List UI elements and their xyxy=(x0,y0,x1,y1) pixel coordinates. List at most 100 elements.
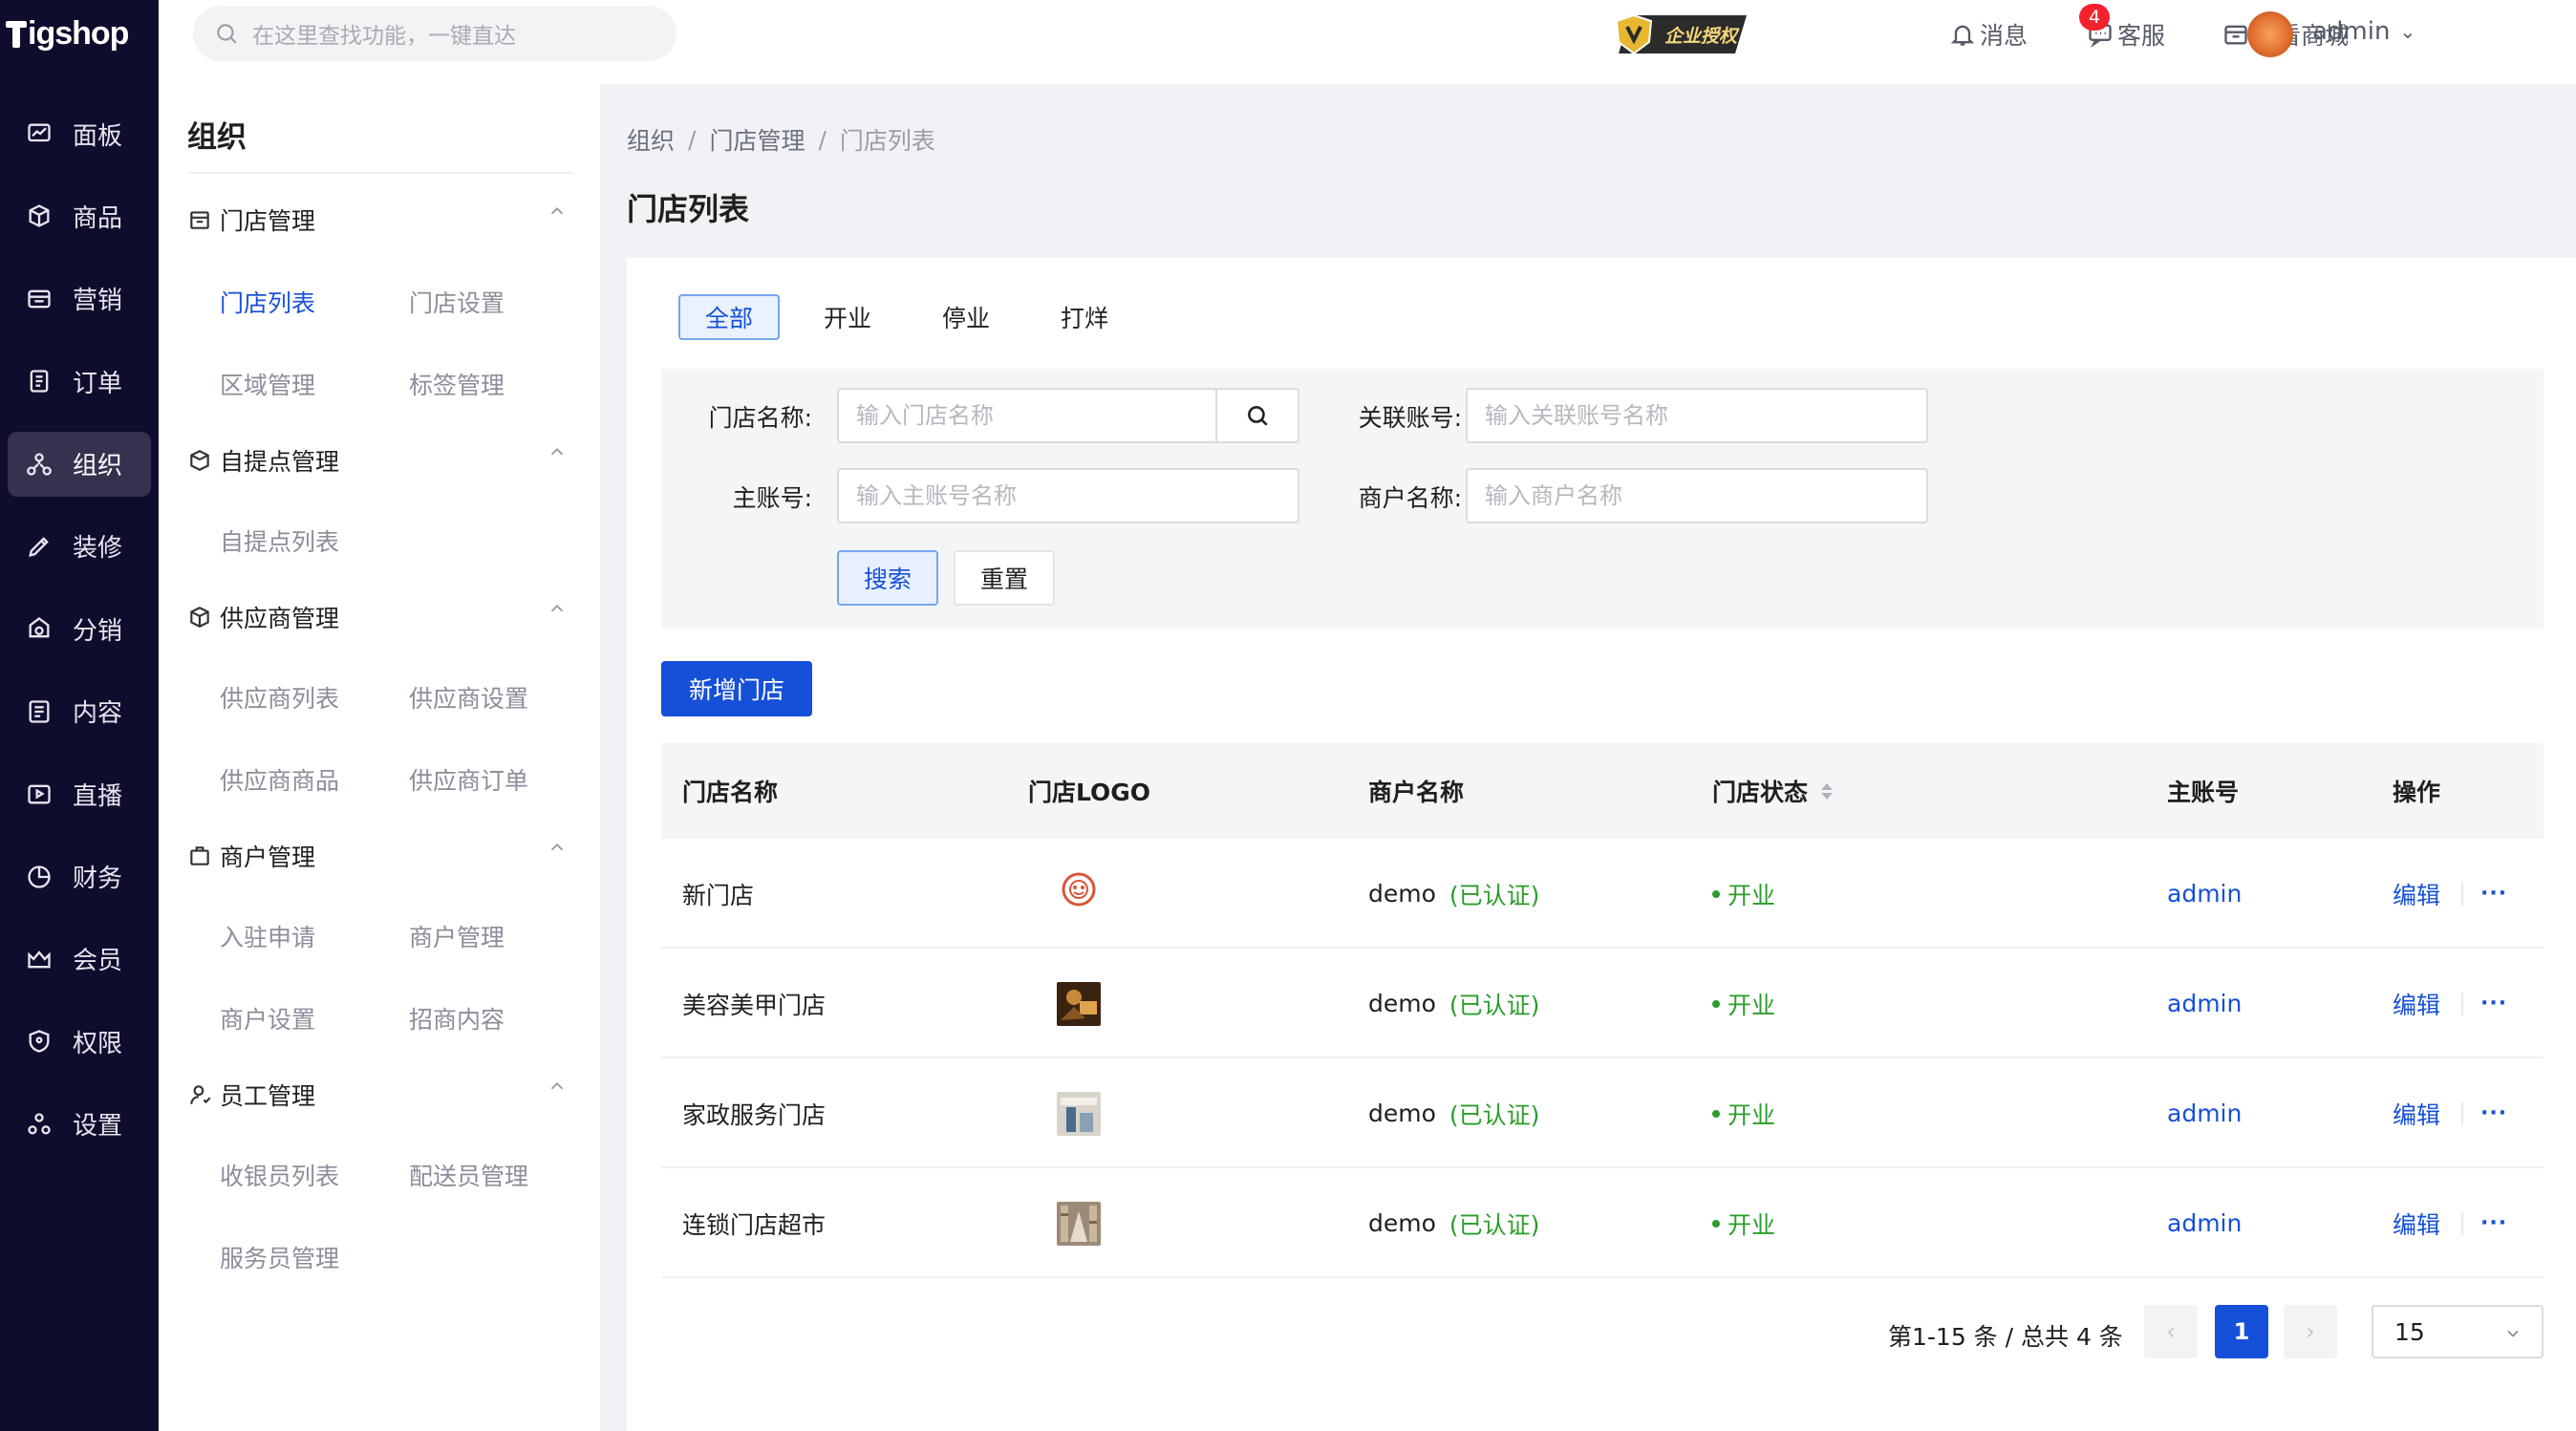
messages-link[interactable]: 消息 xyxy=(1949,17,2028,52)
reset-button[interactable]: 重置 xyxy=(954,550,1055,606)
user-menu[interactable]: admin ⌄ xyxy=(2312,17,2415,46)
nav-item-dashboard[interactable]: 面板 xyxy=(8,101,151,166)
submenu-item-store-settings[interactable]: 门店设置 xyxy=(409,285,504,319)
edit-link[interactable]: 编辑 xyxy=(2393,987,2440,1021)
nav-item-products[interactable]: 商品 xyxy=(8,183,151,248)
submenu-group-header[interactable]: 员工管理 xyxy=(187,1076,581,1114)
main-account-link[interactable]: admin xyxy=(2167,949,2242,1058)
col-store-status-label: 门店状态 xyxy=(1712,779,1809,806)
chat-icon: 4 xyxy=(2079,4,2117,48)
nav-item-live[interactable]: 直播 xyxy=(8,761,151,826)
brand-logo[interactable]: igshop xyxy=(6,10,129,57)
more-actions-icon[interactable]: ··· xyxy=(2461,1211,2507,1235)
breadcrumb-item[interactable]: 门店管理 xyxy=(709,122,805,157)
breadcrumb-separator: / xyxy=(688,125,697,154)
more-actions-icon[interactable]: ··· xyxy=(2461,992,2507,1015)
nav-item-member[interactable]: 会员 xyxy=(8,927,151,992)
main-account-input[interactable] xyxy=(856,482,1298,509)
nav-item-orders[interactable]: 订单 xyxy=(8,349,151,414)
nav-item-marketing[interactable]: 营销 xyxy=(8,267,151,331)
submenu-group-header[interactable]: 自提点管理 xyxy=(187,441,581,480)
submenu-group-header[interactable]: 供应商管理 xyxy=(187,598,581,636)
submenu-item-tags[interactable]: 标签管理 xyxy=(409,367,504,401)
submenu-item-waiters[interactable]: 服务员管理 xyxy=(220,1240,339,1274)
main-account-link[interactable]: admin xyxy=(2167,1168,2242,1278)
submenu-item-cashiers[interactable]: 收银员列表 xyxy=(220,1158,339,1192)
page-size-select[interactable]: 15 xyxy=(2372,1305,2544,1358)
tab-open[interactable]: 开业 xyxy=(797,294,898,340)
submenu-item-merchant-settings[interactable]: 商户设置 xyxy=(220,1001,315,1036)
add-store-button[interactable]: 新增门店 xyxy=(661,661,812,716)
breadcrumb-item[interactable]: 组织 xyxy=(627,122,675,157)
verified-tag: (已认证) xyxy=(1449,991,1540,1019)
search-icon xyxy=(1245,403,1270,428)
nav-item-permission[interactable]: 权限 xyxy=(8,1009,151,1074)
submenu-group-header[interactable]: 门店管理 xyxy=(187,201,581,239)
global-search[interactable]: 在这里查找功能，一键直达 xyxy=(193,6,676,61)
avatar[interactable] xyxy=(2247,11,2293,57)
table-row: 家政服务门店 demo (已认证) 开业 admin 编辑 ··· xyxy=(661,1058,2544,1168)
chevron-up-icon xyxy=(547,441,568,468)
main-account-link[interactable]: admin xyxy=(2167,839,2242,949)
search-button[interactable]: 搜索 xyxy=(837,550,938,606)
nav-item-content[interactable]: 内容 xyxy=(8,679,151,744)
more-actions-icon[interactable]: ··· xyxy=(2461,882,2507,906)
store-logo-image xyxy=(1062,872,1096,906)
nav-item-organization[interactable]: 组织 xyxy=(8,431,151,497)
row-actions: 编辑 ··· xyxy=(2393,839,2507,949)
merchant-name-input[interactable] xyxy=(1485,482,1926,509)
store-search-button[interactable] xyxy=(1215,390,1298,441)
nav-item-finance[interactable]: 财务 xyxy=(8,844,151,909)
user-icon xyxy=(187,1081,214,1108)
submenu-item-applications[interactable]: 入驻申请 xyxy=(220,919,315,953)
linked-account-input[interactable] xyxy=(1485,402,1926,429)
store-name-input[interactable] xyxy=(856,402,1212,429)
search-icon xyxy=(214,21,239,46)
main-account-link[interactable]: admin xyxy=(2167,1058,2242,1168)
enterprise-auth-badge[interactable]: 企业授权 xyxy=(1613,13,1749,55)
submenu-item-supplier-products[interactable]: 供应商商品 xyxy=(220,762,339,797)
nav-item-decorate[interactable]: 装修 xyxy=(8,514,151,579)
submenu-item-supplier-orders[interactable]: 供应商订单 xyxy=(409,762,528,797)
submenu-group-header[interactable]: 商户管理 xyxy=(187,837,581,875)
status-text: 开业 xyxy=(1728,881,1776,909)
tab-shut[interactable]: 打烊 xyxy=(1034,294,1135,340)
edit-link[interactable]: 编辑 xyxy=(2393,877,2440,911)
nav-label: 直播 xyxy=(73,781,123,811)
nav-item-settings[interactable]: 设置 xyxy=(8,1092,151,1157)
submenu-item-couriers[interactable]: 配送员管理 xyxy=(409,1158,528,1192)
submenu-item-merchant-manage[interactable]: 商户管理 xyxy=(409,919,504,953)
nav-label: 财务 xyxy=(73,865,123,894)
service-link[interactable]: 4 客服 xyxy=(2079,4,2165,52)
submenu-group-stores: 门店管理 xyxy=(187,201,581,239)
submenu-item-supplier-settings[interactable]: 供应商设置 xyxy=(409,680,528,715)
col-store-name: 门店名称 xyxy=(682,779,779,806)
chevron-up-icon xyxy=(547,201,568,227)
decorate-icon xyxy=(25,532,54,561)
edit-link[interactable]: 编辑 xyxy=(2393,1097,2440,1131)
tab-all[interactable]: 全部 xyxy=(678,294,781,340)
next-page-button[interactable]: › xyxy=(2284,1305,2337,1358)
more-actions-icon[interactable]: ··· xyxy=(2461,1101,2507,1125)
submenu-group-suppliers: 供应商管理 xyxy=(187,598,581,636)
submenu-item-pickup-list[interactable]: 自提点列表 xyxy=(220,523,339,558)
submenu-item-region[interactable]: 区域管理 xyxy=(220,367,315,401)
merchant-name: demo (已认证) xyxy=(1368,1168,1539,1278)
live-icon xyxy=(25,780,54,808)
page-button-current[interactable]: 1 xyxy=(2215,1305,2268,1358)
submenu-item-store-list[interactable]: 门店列表 xyxy=(220,285,315,319)
breadcrumb-separator: / xyxy=(818,125,826,154)
service-unread-badge: 4 xyxy=(2079,4,2110,31)
prev-page-button[interactable]: ‹ xyxy=(2144,1305,2198,1358)
submenu-item-supplier-list[interactable]: 供应商列表 xyxy=(220,680,339,715)
submenu-group-pickup: 自提点管理 xyxy=(187,441,581,480)
pagination-summary: 第1-15 条 / 总共 4 条 xyxy=(1888,1323,2123,1351)
tab-closed[interactable]: 停业 xyxy=(915,294,1017,340)
store-name: 新门店 xyxy=(682,881,755,909)
merchant-name-text: demo xyxy=(1368,880,1436,908)
edit-link[interactable]: 编辑 xyxy=(2393,1207,2440,1241)
col-store-status[interactable]: 门店状态 xyxy=(1712,774,1834,808)
nav-item-distribution[interactable]: 分销 xyxy=(8,596,151,661)
submenu-item-recruit-content[interactable]: 招商内容 xyxy=(409,1001,504,1036)
merchant-name-text: demo xyxy=(1368,1100,1436,1127)
